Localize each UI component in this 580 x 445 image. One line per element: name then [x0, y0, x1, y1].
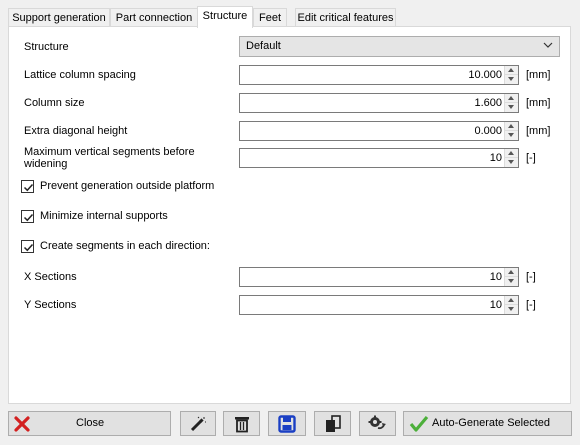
stepper-up-button[interactable] [505, 94, 518, 103]
lattice-label: Lattice column spacing [24, 69, 136, 81]
chevron-down-icon [543, 42, 553, 48]
close-button[interactable]: Close [8, 411, 171, 436]
lattice-spacing-value[interactable]: 10.000 [468, 69, 502, 81]
tab-label: Part connection [115, 12, 193, 24]
gear-refresh-icon [368, 415, 386, 430]
stepper-down-button[interactable] [505, 75, 518, 84]
minimize-supports-label: Minimize internal supports [40, 210, 168, 222]
y-sections-value[interactable]: 10 [490, 299, 502, 311]
auto-generate-label: Auto-Generate Selected [432, 417, 551, 429]
max-segments-stepper[interactable]: 10 [239, 148, 519, 168]
y-sections-stepper[interactable]: 10 [239, 295, 519, 315]
create-segments-label: Create segments in each direction: [40, 240, 210, 252]
structure-select[interactable]: Default [239, 36, 560, 57]
stepper-buttons [504, 122, 518, 140]
stepper-buttons [504, 296, 518, 314]
stepper-up-button[interactable] [505, 268, 518, 277]
diagonal-height-value[interactable]: 0.000 [474, 125, 502, 137]
tab-label: Feet [258, 12, 281, 24]
regenerate-button[interactable] [359, 411, 396, 436]
x-sections-stepper[interactable]: 10 [239, 267, 519, 287]
stepper-buttons [504, 94, 518, 112]
tab-support-generation[interactable]: Support generation [8, 8, 110, 27]
stepper-down-button[interactable] [505, 158, 518, 167]
y-sections-label: Y Sections [24, 299, 77, 311]
stepper-down-button[interactable] [505, 103, 518, 112]
tab-structure[interactable]: Structure [197, 6, 253, 28]
max-segments-label-line1: Maximum vertical segments before [24, 146, 195, 158]
tab-feet[interactable]: Feet [253, 8, 287, 27]
checkbox-box[interactable] [21, 210, 34, 223]
x-sections-label: X Sections [24, 271, 77, 283]
max-segments-value[interactable]: 10 [490, 152, 502, 164]
stepper-buttons [504, 268, 518, 286]
tab-edit-critical-features[interactable]: Edit critical features [295, 8, 396, 27]
save-button[interactable] [268, 411, 306, 436]
tab-label: Edit critical features [297, 12, 394, 24]
copy-icon [326, 415, 341, 432]
max-segments-unit: [-] [526, 152, 536, 164]
checkmark-icon [23, 183, 34, 192]
stepper-up-button[interactable] [505, 296, 518, 305]
x-sections-unit: [-] [526, 271, 536, 283]
save-icon [278, 415, 296, 433]
x-sections-value[interactable]: 10 [490, 271, 502, 283]
y-sections-unit: [-] [526, 299, 536, 311]
column-size-value[interactable]: 1.600 [474, 97, 502, 109]
column-size-label: Column size [24, 97, 85, 109]
diagonal-label: Extra diagonal height [24, 125, 128, 137]
max-segments-label-line2: widening [24, 158, 68, 170]
stepper-down-button[interactable] [505, 305, 518, 314]
diagonal-height-stepper[interactable]: 0.000 [239, 121, 519, 141]
lattice-unit: [mm] [526, 69, 551, 81]
trash-icon [235, 417, 249, 433]
tab-label: Support generation [12, 12, 106, 24]
stepper-up-button[interactable] [505, 149, 518, 158]
copy-button[interactable] [314, 411, 351, 436]
checkbox-box[interactable] [21, 240, 34, 253]
auto-generate-selected-button[interactable]: Auto-Generate Selected [403, 411, 572, 436]
checkmark-icon [23, 243, 34, 252]
stepper-buttons [504, 149, 518, 167]
close-x-icon [14, 416, 30, 432]
tab-label: Structure [202, 10, 248, 22]
structure-panel: Structure Default Lattice column spacing… [8, 26, 571, 404]
column-size-stepper[interactable]: 1.600 [239, 93, 519, 113]
checkbox-box[interactable] [21, 180, 34, 193]
delete-button[interactable] [223, 411, 260, 436]
stepper-buttons [504, 66, 518, 84]
structure-label: Structure [24, 41, 69, 53]
column-size-unit: [mm] [526, 97, 551, 109]
stepper-up-button[interactable] [505, 122, 518, 131]
magic-wand-icon [190, 416, 206, 432]
close-button-label: Close [76, 417, 105, 429]
stepper-down-button[interactable] [505, 131, 518, 140]
tab-part-connection[interactable]: Part connection [110, 8, 198, 27]
diagonal-unit: [mm] [526, 125, 551, 137]
structure-selected-value: Default [246, 40, 281, 52]
checkmark-icon [23, 213, 34, 222]
lattice-spacing-stepper[interactable]: 10.000 [239, 65, 519, 85]
checkmark-icon [409, 415, 429, 432]
magic-wand-button[interactable] [180, 411, 216, 436]
stepper-down-button[interactable] [505, 277, 518, 286]
stepper-up-button[interactable] [505, 66, 518, 75]
prevent-generation-label: Prevent generation outside platform [40, 180, 215, 192]
